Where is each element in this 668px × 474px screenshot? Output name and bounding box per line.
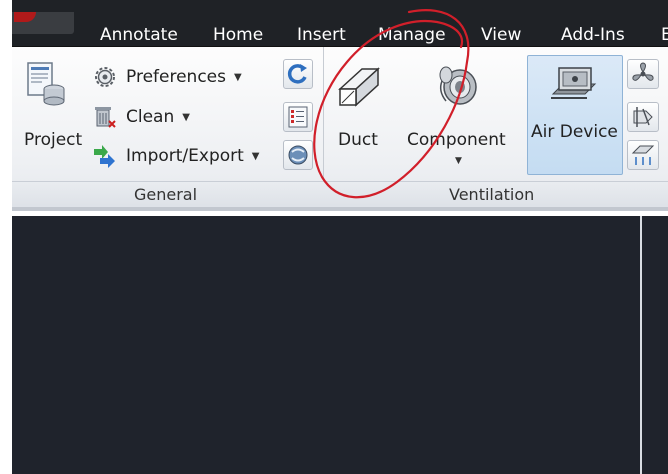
properties-button[interactable] <box>283 102 313 132</box>
properties-list-icon <box>288 106 308 128</box>
terminal-icon <box>631 145 655 165</box>
import-export-icon <box>94 145 115 168</box>
import-export-label: Import/Export <box>126 146 244 166</box>
project-label: Project <box>24 130 83 150</box>
tab-insert[interactable]: Insert <box>297 24 346 46</box>
panel-title-bar: General Ventilation <box>12 181 668 208</box>
fan-button[interactable] <box>627 59 659 89</box>
tab-view[interactable]: View <box>481 24 521 46</box>
canvas-divider <box>640 216 642 474</box>
preferences-label: Preferences <box>126 67 226 87</box>
import-export-button[interactable]: Import/Export ▼ <box>92 143 260 169</box>
duct-icon <box>338 67 380 107</box>
clean-label: Clean <box>126 107 175 127</box>
drawing-canvas[interactable] <box>12 216 668 474</box>
tab-add-ins[interactable]: Add-Ins <box>561 24 625 46</box>
import-export-dropdown-arrow-icon[interactable]: ▼ <box>252 151 260 162</box>
tab-manage[interactable]: Manage <box>378 24 446 46</box>
clean-dropdown-arrow-icon[interactable]: ▼ <box>182 112 190 123</box>
component-dropdown-arrow-icon[interactable]: ▼ <box>455 156 462 166</box>
air-device-label: Air Device <box>531 122 618 142</box>
preferences-dropdown-arrow-icon[interactable]: ▼ <box>234 72 242 83</box>
component-label: Component <box>407 130 506 150</box>
tab-annotate[interactable]: Annotate <box>100 24 178 46</box>
component-button[interactable]: Component ▼ <box>404 55 514 175</box>
damper-icon <box>633 107 653 127</box>
clean-button[interactable]: Clean ▼ <box>92 104 190 130</box>
tab-home[interactable]: Home <box>213 24 263 46</box>
tab-overflow[interactable]: E <box>661 24 668 46</box>
ribbon-bottom-border <box>12 207 668 211</box>
air-device-button[interactable]: Air Device <box>527 55 623 175</box>
app-logo-icon <box>14 12 36 22</box>
globe-refresh-icon <box>288 145 308 165</box>
ribbon: Project Preferences ▼ Clean ▼ Import/Exp… <box>12 47 668 211</box>
cleanup-icon <box>95 107 116 128</box>
project-icon <box>27 62 65 106</box>
terminal-button[interactable] <box>627 140 659 170</box>
refresh-button[interactable] <box>283 59 313 89</box>
gear-icon <box>95 67 115 87</box>
air-device-icon <box>551 67 597 99</box>
duct-component-icon <box>439 66 477 105</box>
general-panel-title[interactable]: General <box>134 185 197 204</box>
ventilation-panel-title[interactable]: Ventilation <box>449 185 534 204</box>
duct-label: Duct <box>338 130 378 150</box>
ribbon-tab-bar: Annotate Home Insert Manage View Add-Ins… <box>12 0 668 47</box>
app-window: Annotate Home Insert Manage View Add-Ins… <box>12 0 668 474</box>
preferences-button[interactable]: Preferences ▼ <box>92 64 242 90</box>
catalog-button[interactable] <box>283 140 313 170</box>
refresh-icon <box>287 64 307 84</box>
project-button[interactable]: Project <box>20 55 84 175</box>
damper-button[interactable] <box>627 102 659 132</box>
application-menu-button[interactable] <box>12 12 74 34</box>
fan-icon <box>632 62 654 81</box>
duct-button[interactable]: Duct <box>330 55 390 175</box>
